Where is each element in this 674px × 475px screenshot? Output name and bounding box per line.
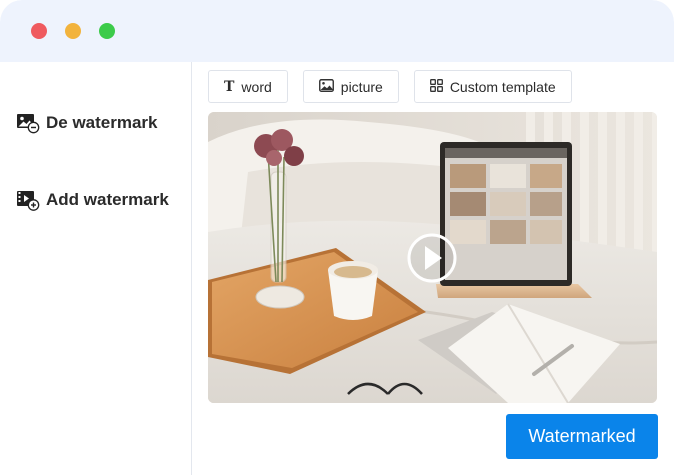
tab-label: picture: [340, 78, 383, 95]
minimize-window-button[interactable]: [65, 23, 81, 39]
tab-label: Custom template: [449, 78, 556, 95]
sidebar-item-label: Add watermark: [46, 190, 169, 209]
sidebar-item-add-watermark[interactable]: Add watermark: [16, 189, 169, 211]
sidebar: De watermark Add watermark: [0, 62, 192, 475]
tab-custom-template[interactable]: Custom template: [413, 70, 572, 103]
video-preview[interactable]: [208, 112, 657, 403]
play-circle-icon[interactable]: [407, 233, 457, 283]
maximize-window-button[interactable]: [99, 23, 115, 39]
video-plus-icon: [16, 189, 40, 211]
close-window-button[interactable]: [31, 23, 47, 39]
video-thumbnail: [208, 112, 657, 403]
app-window: De watermark Add watermark T word pictur…: [0, 0, 674, 475]
title-bar: [0, 0, 674, 62]
sidebar-item-de-watermark[interactable]: De watermark: [16, 112, 158, 134]
grid-template-icon: [429, 78, 443, 95]
watermarked-button[interactable]: Watermarked: [506, 414, 658, 459]
tab-picture[interactable]: picture: [302, 70, 399, 103]
tab-word[interactable]: T word: [208, 70, 288, 103]
image-icon: [318, 78, 334, 95]
text-t-icon: T: [224, 78, 235, 95]
tab-label: word: [241, 78, 272, 95]
image-minus-icon: [16, 112, 40, 134]
main-panel: T word picture Custom template Watermark…: [192, 62, 674, 475]
watermark-type-tabs: T word picture Custom template: [208, 70, 572, 103]
sidebar-item-label: De watermark: [46, 113, 158, 132]
